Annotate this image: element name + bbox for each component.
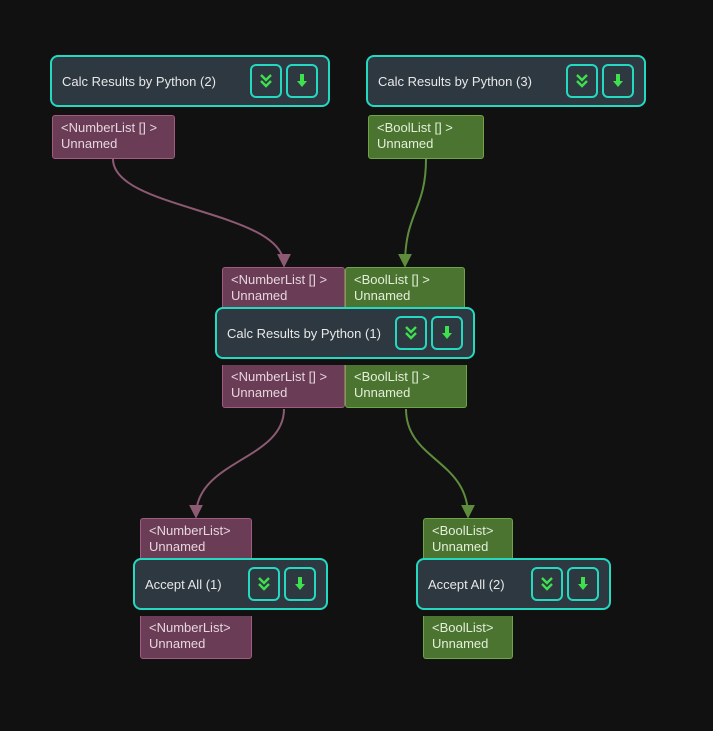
port-label: Unnamed bbox=[432, 539, 504, 555]
input-port-boollist[interactable]: <BoolList> Unnamed bbox=[423, 518, 513, 561]
port-label: Unnamed bbox=[149, 539, 243, 555]
node-calc-python-3[interactable]: Calc Results by Python (3) bbox=[366, 55, 646, 107]
expand-icon[interactable] bbox=[395, 316, 427, 350]
node-accept-all-2[interactable]: Accept All (2) bbox=[416, 558, 611, 610]
output-port-boollist[interactable]: <BoolList [] > Unnamed bbox=[345, 365, 467, 408]
port-label: Unnamed bbox=[61, 136, 166, 152]
port-type: <BoolList [] > bbox=[377, 120, 475, 136]
port-type: <NumberList> bbox=[149, 523, 243, 539]
run-icon[interactable] bbox=[567, 567, 599, 601]
expand-icon[interactable] bbox=[248, 567, 280, 601]
node-accept-all-1[interactable]: Accept All (1) bbox=[133, 558, 328, 610]
port-label: Unnamed bbox=[377, 136, 475, 152]
port-label: Unnamed bbox=[432, 636, 504, 652]
edge-n1-a2 bbox=[406, 409, 468, 516]
input-port-boollist[interactable]: <BoolList [] > Unnamed bbox=[345, 267, 465, 310]
input-port-numberlist[interactable]: <NumberList> Unnamed bbox=[140, 518, 252, 561]
output-port-numberlist[interactable]: <NumberList [] > Unnamed bbox=[52, 115, 175, 159]
edge-n3-n1 bbox=[405, 159, 426, 265]
port-label: Unnamed bbox=[231, 288, 336, 304]
port-type: <NumberList [] > bbox=[61, 120, 166, 136]
edge-n1-a1 bbox=[196, 409, 284, 516]
node-title: Calc Results by Python (1) bbox=[227, 326, 381, 341]
node-calc-python-1[interactable]: Calc Results by Python (1) bbox=[215, 307, 475, 359]
port-type: <BoolList> bbox=[432, 523, 504, 539]
node-title: Calc Results by Python (2) bbox=[62, 74, 216, 89]
run-icon[interactable] bbox=[431, 316, 463, 350]
port-type: <BoolList> bbox=[432, 620, 504, 636]
input-port-numberlist[interactable]: <NumberList [] > Unnamed bbox=[222, 267, 345, 310]
graph-canvas[interactable]: { "nodes": { "n2": { "title": "Calc Resu… bbox=[0, 0, 713, 731]
expand-icon[interactable] bbox=[531, 567, 563, 601]
node-title: Accept All (2) bbox=[428, 577, 505, 592]
port-label: Unnamed bbox=[149, 636, 243, 652]
port-label: Unnamed bbox=[231, 385, 336, 401]
node-title: Accept All (1) bbox=[145, 577, 222, 592]
node-title: Calc Results by Python (3) bbox=[378, 74, 532, 89]
port-label: Unnamed bbox=[354, 288, 456, 304]
port-type: <NumberList [] > bbox=[231, 272, 336, 288]
port-type: <BoolList [] > bbox=[354, 369, 458, 385]
run-icon[interactable] bbox=[284, 567, 316, 601]
run-icon[interactable] bbox=[286, 64, 318, 98]
expand-icon[interactable] bbox=[250, 64, 282, 98]
expand-icon[interactable] bbox=[566, 64, 598, 98]
port-type: <NumberList [] > bbox=[231, 369, 336, 385]
output-port-boollist[interactable]: <BoolList> Unnamed bbox=[423, 616, 513, 659]
port-label: Unnamed bbox=[354, 385, 458, 401]
output-port-boollist[interactable]: <BoolList [] > Unnamed bbox=[368, 115, 484, 159]
node-calc-python-2[interactable]: Calc Results by Python (2) bbox=[50, 55, 330, 107]
output-port-numberlist[interactable]: <NumberList> Unnamed bbox=[140, 616, 252, 659]
port-type: <NumberList> bbox=[149, 620, 243, 636]
port-type: <BoolList [] > bbox=[354, 272, 456, 288]
output-port-numberlist[interactable]: <NumberList [] > Unnamed bbox=[222, 365, 345, 408]
run-icon[interactable] bbox=[602, 64, 634, 98]
edge-n2-n1 bbox=[113, 159, 284, 265]
